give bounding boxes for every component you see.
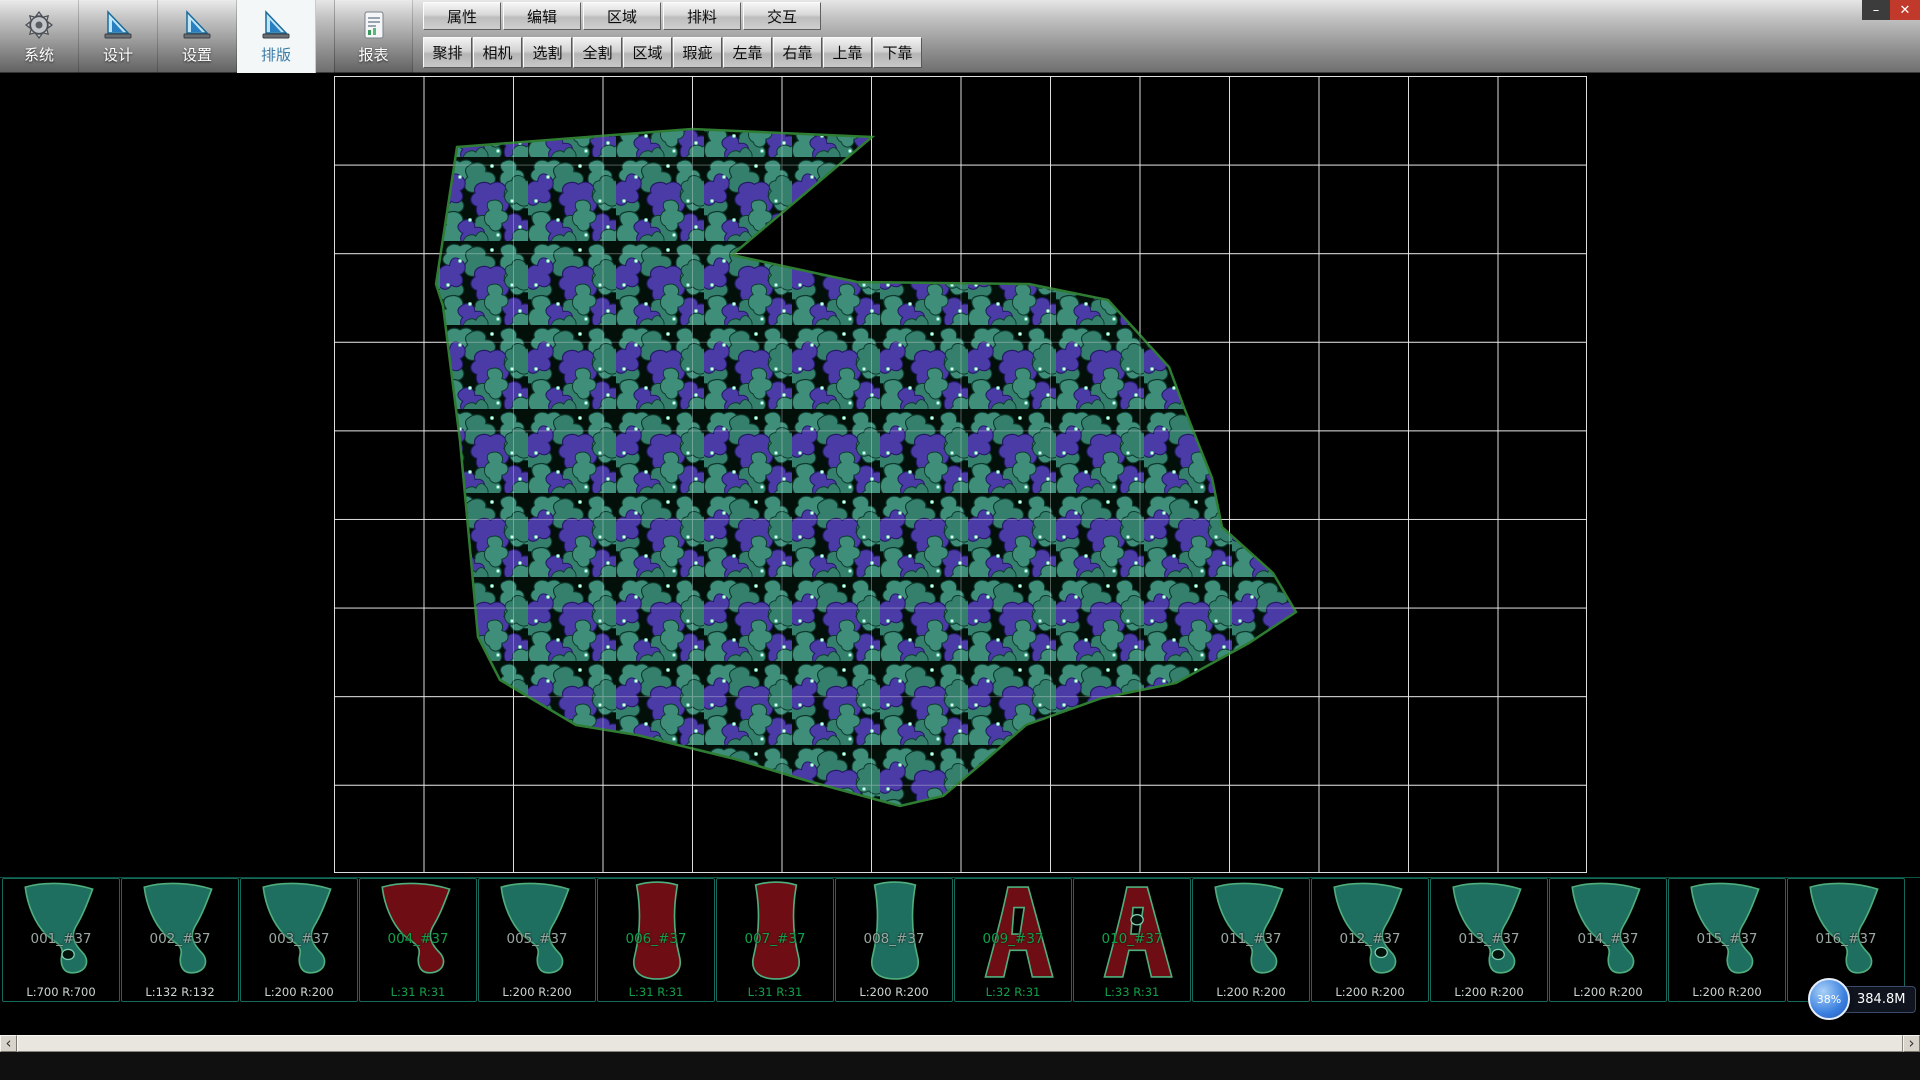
piece-counts: L:200 R:200 — [1550, 985, 1666, 999]
toolbar-label: 排版 — [261, 44, 291, 65]
piece-thumbnail[interactable]: 008_#37 L:200 R:200 — [835, 878, 953, 1002]
piece-id: 010_#37 — [1074, 931, 1190, 947]
piece-counts: L:200 R:200 — [1669, 985, 1785, 999]
piece-id: 016_#37 — [1788, 931, 1904, 947]
status-area — [0, 1052, 1920, 1080]
piece-thumbnail[interactable]: 013_#37 L:200 R:200 — [1430, 878, 1548, 1002]
btn-settings[interactable]: 设置 — [158, 0, 237, 73]
tab-properties[interactable]: 属性 — [423, 2, 501, 30]
piece-thumbnail[interactable]: 007_#37 L:31 R:31 — [716, 878, 834, 1002]
piece-id: 011_#37 — [1193, 931, 1309, 947]
btn-cut-all[interactable]: 全割 — [573, 37, 622, 68]
piece-counts: L:200 R:200 — [836, 985, 952, 999]
piece-id: 004_#37 — [360, 931, 476, 947]
btn-report[interactable]: 报表 — [334, 0, 413, 73]
btn-defect[interactable]: 瑕疵 — [673, 37, 722, 68]
tab-region[interactable]: 区域 — [583, 2, 661, 30]
piece-thumbnail[interactable]: 015_#37 L:200 R:200 — [1668, 878, 1786, 1002]
close-button[interactable]: ✕ — [1890, 0, 1920, 20]
btn-cluster-nest[interactable]: 聚排 — [423, 37, 472, 68]
piece-counts: L:32 R:31 — [955, 985, 1071, 999]
window-controls: – ✕ — [1862, 0, 1920, 20]
btn-align-top[interactable]: 上靠 — [823, 37, 872, 68]
btn-system[interactable]: 系统 — [0, 0, 79, 73]
piece-id: 006_#37 — [598, 931, 714, 947]
piece-id: 009_#37 — [955, 931, 1071, 947]
tool-button-bar: 聚排相机选割全割区域瑕疵左靠右靠上靠下靠 — [423, 37, 922, 68]
toolbar-label: 设置 — [182, 44, 212, 65]
gear-icon — [23, 9, 55, 41]
horizontal-scrollbar[interactable]: ‹ › — [0, 1035, 1920, 1052]
memory-value: 384.8M — [1842, 986, 1916, 1013]
progress-badge: 38% — [1808, 978, 1850, 1020]
piece-counts: L:200 R:200 — [1193, 985, 1309, 999]
piece-id: 005_#37 — [479, 931, 595, 947]
piece-thumbnail[interactable]: 003_#37 L:200 R:200 — [240, 878, 358, 1002]
btn-align-right[interactable]: 右靠 — [773, 37, 822, 68]
main-toolbar: 系统 设计 设置 排版 报表 — [0, 0, 413, 73]
piece-thumbnail[interactable]: 011_#37 L:200 R:200 — [1192, 878, 1310, 1002]
piece-id: 002_#37 — [122, 931, 238, 947]
hide-outline — [436, 129, 1296, 806]
toolbar-label: 设计 — [103, 44, 133, 65]
btn-camera[interactable]: 相机 — [473, 37, 522, 68]
piece-list: 001_#37L:700 R:700002_#37L:132 R:132003_… — [0, 877, 1920, 1003]
piece-id: 012_#37 — [1312, 931, 1428, 947]
piece-thumbnail[interactable]: 002_#37 L:132 R:132 — [121, 878, 239, 1002]
piece-counts: L:31 R:31 — [598, 985, 714, 999]
piece-id: 007_#37 — [717, 931, 833, 947]
piece-counts: L:33 R:31 — [1074, 985, 1190, 999]
piece-counts: L:200 R:200 — [1312, 985, 1428, 999]
piece-thumbnail[interactable]: 006_#37 L:31 R:31 — [597, 878, 715, 1002]
scroll-right-arrow[interactable]: › — [1903, 1035, 1920, 1052]
piece-thumbnail[interactable]: 014_#37 L:200 R:200 — [1549, 878, 1667, 1002]
design-icon — [102, 9, 134, 41]
btn-design[interactable]: 设计 — [79, 0, 158, 73]
tab-interaction[interactable]: 交互 — [743, 2, 821, 30]
nesting-canvas[interactable] — [0, 73, 1920, 877]
toolbar-label: 报表 — [358, 44, 388, 65]
app-window: 系统设计设置排版报表 属性编辑区域排料交互 聚排相机选割全割区域瑕疵左靠右靠上靠… — [0, 0, 1920, 1080]
piece-counts: L:31 R:31 — [717, 985, 833, 999]
report-icon — [358, 9, 390, 41]
settings-icon — [181, 9, 213, 41]
piece-id: 015_#37 — [1669, 931, 1785, 947]
piece-counts: L:132 R:132 — [122, 985, 238, 999]
piece-id: 008_#37 — [836, 931, 952, 947]
btn-layout[interactable]: 排版 — [237, 0, 316, 73]
layout-icon — [260, 9, 292, 41]
btn-region[interactable]: 区域 — [623, 37, 672, 68]
piece-counts: L:200 R:200 — [479, 985, 595, 999]
piece-counts: L:700 R:700 — [3, 985, 119, 999]
btn-select-cut[interactable]: 选割 — [523, 37, 572, 68]
piece-thumbnail[interactable]: 009_#37 L:32 R:31 — [954, 878, 1072, 1002]
piece-thumbnail[interactable]: 004_#37 L:31 R:31 — [359, 878, 477, 1002]
piece-counts: L:200 R:200 — [1431, 985, 1547, 999]
piece-thumbnail[interactable]: 012_#37 L:200 R:200 — [1311, 878, 1429, 1002]
memory-indicator: 38% 384.8M — [1808, 978, 1916, 1020]
menu-tab-bar: 属性编辑区域排料交互 — [423, 2, 821, 30]
btn-align-left[interactable]: 左靠 — [723, 37, 772, 68]
piece-thumbnail[interactable]: 001_#37 L:700 R:700 — [2, 878, 120, 1002]
piece-id: 003_#37 — [241, 931, 357, 947]
piece-thumbnail[interactable]: 010_#37 L:33 R:31 — [1073, 878, 1191, 1002]
piece-counts: L:200 R:200 — [241, 985, 357, 999]
btn-align-bottom[interactable]: 下靠 — [873, 37, 922, 68]
hide-svg[interactable] — [0, 73, 1920, 877]
piece-id: 001_#37 — [3, 931, 119, 947]
top-toolbar: 系统设计设置排版报表 属性编辑区域排料交互 聚排相机选割全割区域瑕疵左靠右靠上靠… — [0, 0, 1920, 73]
scrollbar-thumb[interactable] — [17, 1035, 1903, 1052]
minimize-button[interactable]: – — [1862, 0, 1890, 20]
tab-nesting[interactable]: 排料 — [663, 2, 741, 30]
toolbar-label: 系统 — [24, 44, 54, 65]
piece-thumbnail[interactable]: 005_#37 L:200 R:200 — [478, 878, 596, 1002]
tab-edit[interactable]: 编辑 — [503, 2, 581, 30]
piece-id: 014_#37 — [1550, 931, 1666, 947]
piece-counts: L:31 R:31 — [360, 985, 476, 999]
leather-hide[interactable] — [0, 73, 1920, 877]
piece-id: 013_#37 — [1431, 931, 1547, 947]
scroll-left-arrow[interactable]: ‹ — [0, 1035, 17, 1052]
